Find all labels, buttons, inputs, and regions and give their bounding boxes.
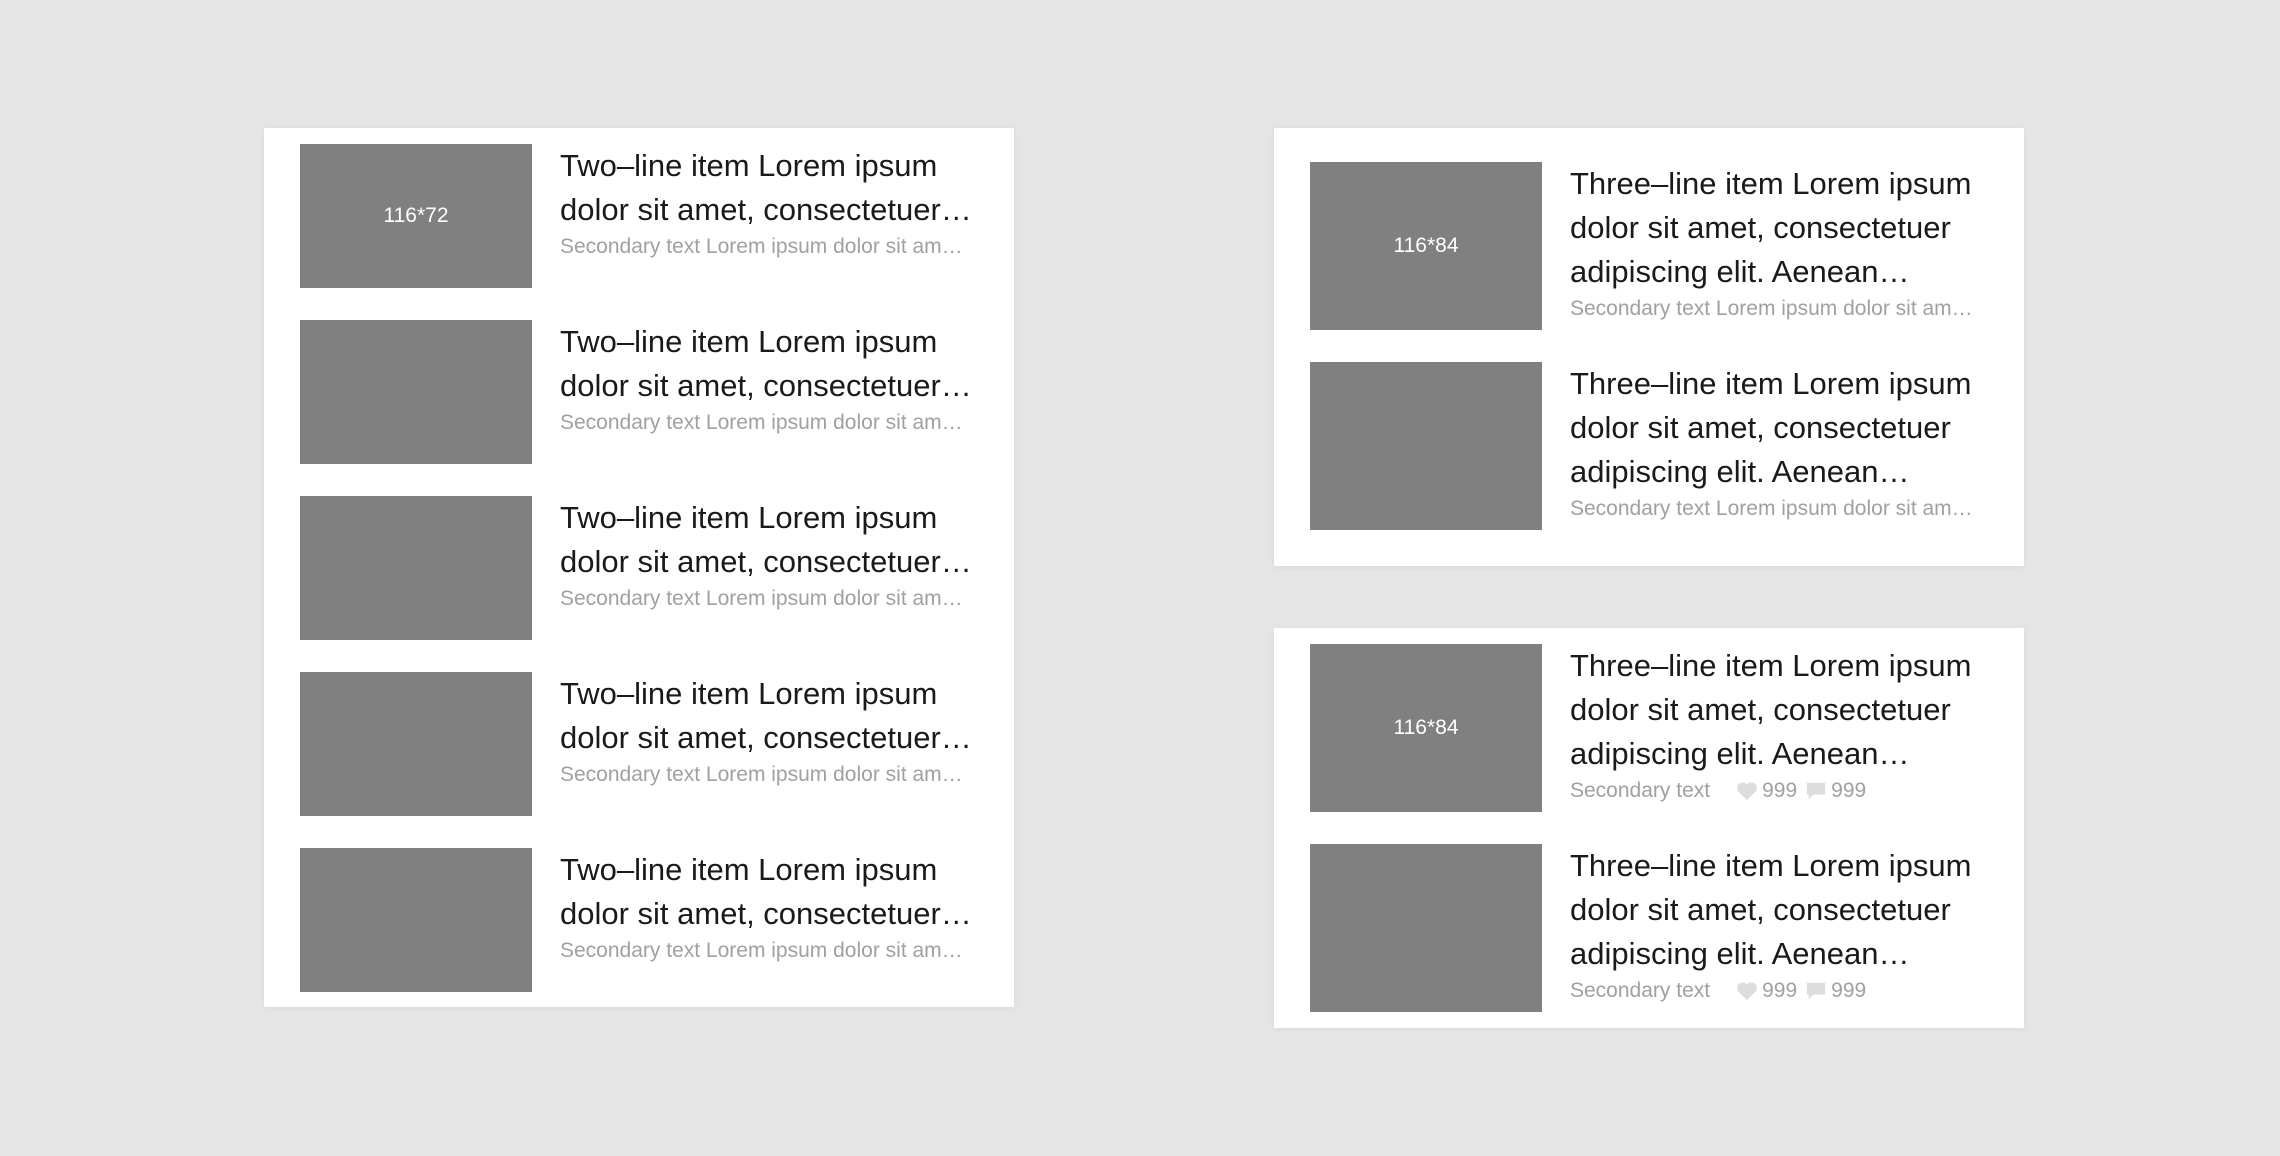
item-secondary-text: Secondary text Lorem ipsum dolor sit ame…	[560, 587, 974, 610]
item-title: Two–line item Lorem ipsum dolor sit amet…	[560, 852, 941, 931]
list-item[interactable]: Three–line item Lorem ipsum dolor sit am…	[1274, 844, 2024, 1012]
item-title: Three–line item Lorem ipsum dolor sit am…	[1570, 648, 1972, 771]
thumbnail	[300, 848, 532, 992]
comment-count-value: 999	[1831, 779, 1867, 802]
thumbnail: 116*72	[300, 144, 532, 288]
item-meta-row: Secondary text 999 999	[1570, 976, 1984, 1006]
list-item[interactable]: 116*72 Two–line item Lorem ipsum dolor s…	[264, 144, 1014, 288]
comment-icon	[1807, 982, 1826, 1000]
like-count[interactable]: 999	[1736, 976, 1797, 1006]
list-item[interactable]: Two–line item Lorem ipsum dolor sit amet…	[264, 320, 1014, 464]
heart-icon	[1737, 982, 1757, 1001]
item-title: Three–line item Lorem ipsum dolor sit am…	[1570, 848, 1972, 971]
item-secondary-text: Secondary text	[1570, 979, 1711, 1002]
thumbnail-size-label: 116*84	[1393, 234, 1459, 257]
item-title: Two–line item Lorem ipsum dolor sit amet…	[560, 676, 941, 755]
thumbnail-size-label: 116*72	[383, 204, 449, 227]
item-secondary-text: Secondary text	[1570, 779, 1711, 802]
item-secondary-text: Secondary text Lorem ipsum dolor sit ame…	[560, 939, 974, 962]
list-item[interactable]: Three–line item Lorem ipsum dolor sit am…	[1274, 362, 2024, 530]
like-count-value: 999	[1762, 779, 1798, 802]
thumbnail: 116*84	[1310, 162, 1542, 330]
item-secondary-text: Secondary text Lorem ipsum dolor sit ame…	[560, 235, 974, 258]
list-item[interactable]: 116*84 Three–line item Lorem ipsum dolor…	[1274, 162, 2024, 330]
thumbnail	[300, 496, 532, 640]
item-title: Two–line item Lorem ipsum dolor sit amet…	[560, 324, 941, 403]
thumbnail-size-label: 116*84	[1393, 716, 1459, 739]
list-item[interactable]: 116*84 Three–line item Lorem ipsum dolor…	[1274, 644, 2024, 812]
item-secondary-text: Secondary text Lorem ipsum dolor sit ame…	[560, 763, 974, 786]
list-item[interactable]: Two–line item Lorem ipsum dolor sit amet…	[264, 848, 1014, 992]
item-secondary-text: Secondary text Lorem ipsum dolor sit ame…	[560, 411, 974, 434]
item-secondary-text: Secondary text Lorem ipsum dolor sit ame…	[1570, 297, 1984, 320]
comment-count[interactable]: 999	[1805, 776, 1866, 806]
item-title: Three–line item Lorem ipsum dolor sit am…	[1570, 166, 1972, 289]
three-line-list-with-meta-card: 116*84 Three–line item Lorem ipsum dolor…	[1274, 628, 2024, 1028]
comment-count-value: 999	[1831, 979, 1867, 1002]
comment-count[interactable]: 999	[1805, 976, 1866, 1006]
thumbnail	[300, 672, 532, 816]
like-count[interactable]: 999	[1736, 776, 1797, 806]
thumbnail: 116*84	[1310, 644, 1542, 812]
item-meta-row: Secondary text 999 999	[1570, 776, 1984, 806]
item-title: Two–line item Lorem ipsum dolor sit amet…	[560, 148, 941, 227]
three-line-list-card: 116*84 Three–line item Lorem ipsum dolor…	[1274, 128, 2024, 566]
thumbnail	[1310, 844, 1542, 1012]
list-item[interactable]: Two–line item Lorem ipsum dolor sit amet…	[264, 672, 1014, 816]
list-item[interactable]: Two–line item Lorem ipsum dolor sit amet…	[264, 496, 1014, 640]
like-count-value: 999	[1762, 979, 1798, 1002]
item-title: Two–line item Lorem ipsum dolor sit amet…	[560, 500, 941, 579]
heart-icon	[1737, 782, 1757, 801]
two-line-list-card: 116*72 Two–line item Lorem ipsum dolor s…	[264, 128, 1014, 1007]
thumbnail	[300, 320, 532, 464]
thumbnail	[1310, 362, 1542, 530]
comment-icon	[1807, 782, 1826, 800]
item-title: Three–line item Lorem ipsum dolor sit am…	[1570, 366, 1972, 489]
item-secondary-text: Secondary text Lorem ipsum dolor sit ame…	[1570, 497, 1984, 520]
